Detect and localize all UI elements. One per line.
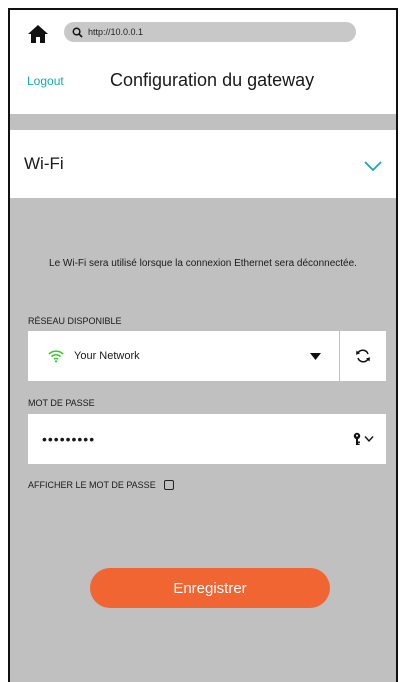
password-label: MOT DE PASSE xyxy=(28,398,95,408)
selected-network: Your Network xyxy=(74,350,140,362)
key-icon[interactable] xyxy=(352,432,362,446)
password-input[interactable]: ••••••••• xyxy=(28,431,352,447)
show-password-label: AFFICHER LE MOT DE PASSE xyxy=(28,480,156,490)
password-field[interactable]: ••••••••• xyxy=(28,414,386,464)
caret-down-icon xyxy=(310,352,321,360)
save-button[interactable]: Enregistrer xyxy=(90,568,330,608)
refresh-icon xyxy=(356,349,370,363)
app-frame: http://10.0.0.1 Logout Configuration du … xyxy=(8,8,398,682)
page-title: Configuration du gateway xyxy=(110,70,315,90)
network-label: RÉSEAU DISPONIBLE xyxy=(28,316,122,326)
home-icon[interactable] xyxy=(27,24,49,44)
browser-bar: http://10.0.0.1 xyxy=(10,10,396,50)
url-text: http://10.0.0.1 xyxy=(88,27,144,37)
show-password-row[interactable]: AFFICHER LE MOT DE PASSE xyxy=(28,480,174,490)
logout-link[interactable]: Logout xyxy=(27,74,64,88)
chevron-down-icon[interactable] xyxy=(364,160,382,172)
chevron-down-icon[interactable] xyxy=(364,435,374,443)
show-password-checkbox[interactable] xyxy=(163,480,174,490)
section-title: Wi-Fi xyxy=(24,154,64,173)
address-bar[interactable]: http://10.0.0.1 xyxy=(64,22,356,42)
wifi-icon xyxy=(48,350,64,363)
wifi-settings-panel: Le Wi-Fi sera utilisé lorsque la connexi… xyxy=(10,198,396,682)
refresh-networks-button[interactable] xyxy=(340,331,386,381)
section-divider xyxy=(10,114,396,130)
network-select[interactable]: Your Network xyxy=(28,331,339,381)
search-icon xyxy=(72,27,83,38)
info-text: Le Wi-Fi sera utilisé lorsque la connexi… xyxy=(49,258,357,269)
wifi-section-header[interactable]: Wi-Fi xyxy=(10,130,396,198)
app-header: Logout Configuration du gateway xyxy=(10,62,396,112)
